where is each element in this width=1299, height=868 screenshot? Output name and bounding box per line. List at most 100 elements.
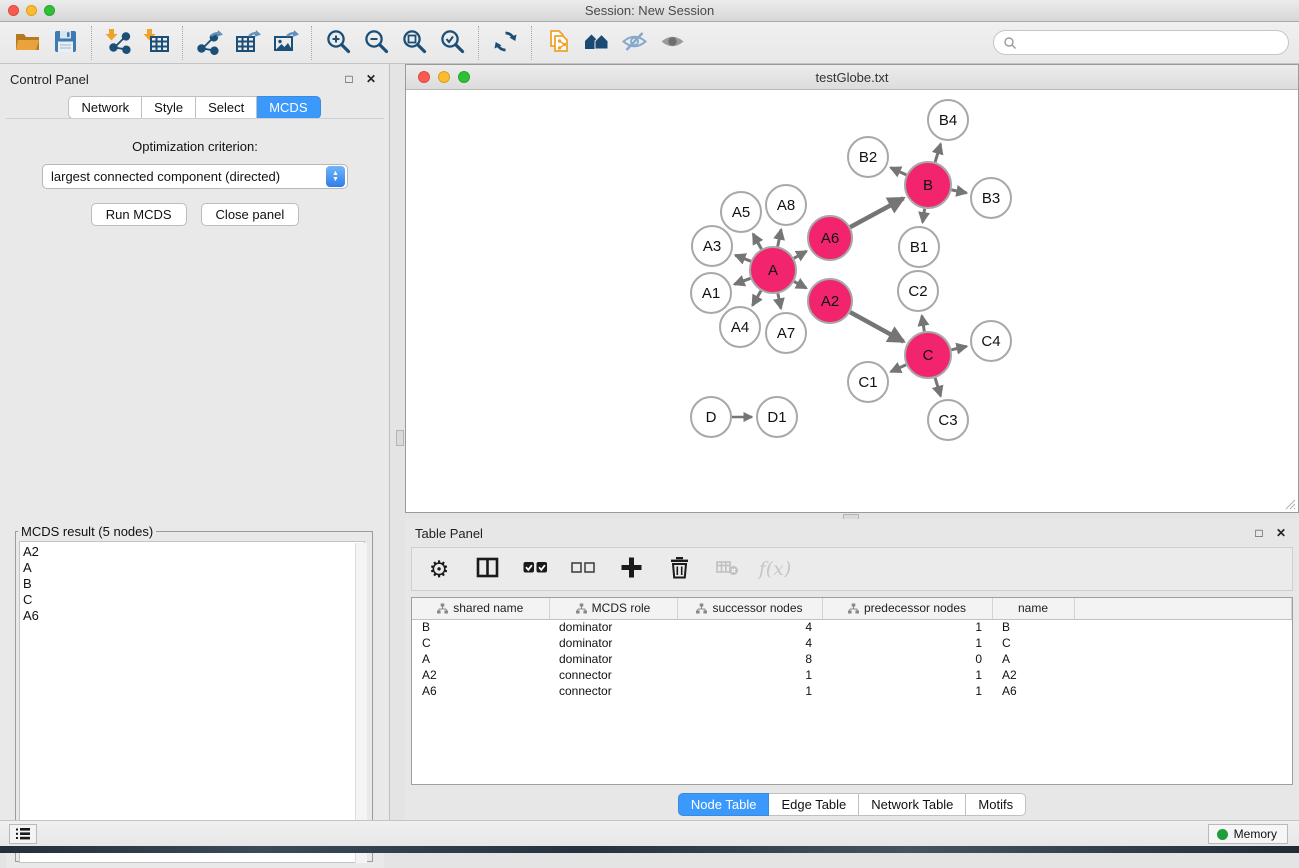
- table-cell[interactable]: 1: [822, 683, 992, 699]
- node-B2[interactable]: B2: [848, 137, 888, 177]
- export-table-button[interactable]: [228, 25, 266, 61]
- add-column-button[interactable]: [618, 554, 644, 584]
- table-row[interactable]: Bdominator41B: [412, 619, 1292, 635]
- select-all-button[interactable]: [522, 554, 548, 584]
- table-row[interactable]: A6connector11A6: [412, 683, 1292, 699]
- table-cell[interactable]: B: [412, 619, 549, 635]
- split-panel-button[interactable]: [474, 554, 500, 584]
- node-B3[interactable]: B3: [971, 178, 1011, 218]
- node-A[interactable]: A: [750, 247, 796, 293]
- vertical-splitter-handle[interactable]: [396, 430, 404, 446]
- close-panel-icon[interactable]: ✕: [363, 71, 379, 87]
- mcds-list-scrollbar[interactable]: [355, 543, 367, 863]
- table-cell[interactable]: 1: [822, 619, 992, 635]
- window-titlebar[interactable]: Session: New Session: [0, 0, 1299, 22]
- table-cell[interactable]: 0: [822, 651, 992, 667]
- column-header-shared-name[interactable]: shared name: [412, 598, 549, 619]
- table-row[interactable]: Cdominator41C: [412, 635, 1292, 651]
- table-cell[interactable]: 1: [677, 683, 822, 699]
- table-cell[interactable]: A6: [992, 683, 1074, 699]
- table-settings-button[interactable]: ⚙: [426, 554, 452, 584]
- tab-select[interactable]: Select: [196, 96, 257, 119]
- table-cell[interactable]: C: [992, 635, 1074, 651]
- node-table[interactable]: shared nameMCDS rolesuccessor nodesprede…: [412, 598, 1292, 699]
- import-network-button[interactable]: [99, 25, 137, 61]
- edge-B-B2[interactable]: [891, 168, 907, 175]
- run-mcds-button[interactable]: Run MCDS: [91, 203, 187, 226]
- network-fullscreen-icon[interactable]: [458, 71, 470, 83]
- close-window-icon[interactable]: [8, 5, 19, 16]
- tab-network-table[interactable]: Network Table: [859, 793, 966, 816]
- column-header-MCDS-role[interactable]: MCDS role: [549, 598, 677, 619]
- new-network-from-selection-button[interactable]: [539, 25, 577, 61]
- node-C[interactable]: C: [905, 332, 951, 378]
- table-cell[interactable]: A6: [412, 683, 549, 699]
- edge-C-C3[interactable]: [935, 378, 941, 396]
- mcds-result-item[interactable]: A: [23, 560, 364, 576]
- tab-mcds[interactable]: MCDS: [257, 96, 320, 119]
- fullscreen-window-icon[interactable]: [44, 5, 55, 16]
- table-cell[interactable]: 4: [677, 619, 822, 635]
- edge-A-A6[interactable]: [794, 251, 807, 258]
- table-cell[interactable]: 1: [677, 667, 822, 683]
- first-neighbors-button[interactable]: [577, 25, 615, 61]
- edge-A-A5[interactable]: [753, 234, 761, 249]
- table-cell[interactable]: connector: [549, 667, 677, 683]
- node-D1[interactable]: D1: [757, 397, 797, 437]
- memory-button[interactable]: Memory: [1208, 824, 1288, 844]
- show-all-button[interactable]: [653, 25, 691, 61]
- edge-A-A8[interactable]: [778, 230, 781, 247]
- table-cell[interactable]: B: [992, 619, 1074, 635]
- table-cell[interactable]: C: [412, 635, 549, 651]
- zoom-out-button[interactable]: [357, 25, 395, 61]
- node-C4[interactable]: C4: [971, 321, 1011, 361]
- edge-C-C2[interactable]: [922, 316, 924, 332]
- float-panel-icon[interactable]: □: [341, 71, 357, 87]
- table-cell[interactable]: 1: [822, 667, 992, 683]
- table-cell[interactable]: 1: [822, 635, 992, 651]
- zoom-fit-button[interactable]: [395, 25, 433, 61]
- search-field[interactable]: [993, 30, 1289, 55]
- node-A4[interactable]: A4: [720, 307, 760, 347]
- tab-edge-table[interactable]: Edge Table: [769, 793, 859, 816]
- task-history-button[interactable]: [9, 824, 37, 844]
- zoom-in-button[interactable]: [319, 25, 357, 61]
- tab-style[interactable]: Style: [142, 96, 196, 119]
- column-header-predecessor-nodes[interactable]: predecessor nodes: [822, 598, 992, 619]
- refresh-button[interactable]: [486, 25, 524, 61]
- edge-A-A1[interactable]: [734, 278, 750, 284]
- edge-A-A2[interactable]: [794, 282, 806, 289]
- edge-A-A3[interactable]: [735, 255, 750, 261]
- edge-A-A7[interactable]: [778, 294, 781, 309]
- edge-C-C4[interactable]: [951, 346, 966, 349]
- import-table-button[interactable]: [137, 25, 175, 61]
- table-row[interactable]: A2connector11A2: [412, 667, 1292, 683]
- close-panel-button[interactable]: Close panel: [201, 203, 300, 226]
- node-B4[interactable]: B4: [928, 100, 968, 140]
- column-header-successor-nodes[interactable]: successor nodes: [677, 598, 822, 619]
- node-D[interactable]: D: [691, 397, 731, 437]
- node-C2[interactable]: C2: [898, 271, 938, 311]
- edge-B-B4[interactable]: [935, 144, 941, 162]
- table-close-panel-icon[interactable]: ✕: [1273, 525, 1289, 541]
- node-A5[interactable]: A5: [721, 192, 761, 232]
- network-graph[interactable]: B4B2BB3B1A5A8A3A6AA1A2A4A7C2C4CC1C3DD1: [406, 90, 1298, 512]
- edge-B-B1[interactable]: [923, 209, 925, 223]
- tab-node-table[interactable]: Node Table: [678, 793, 770, 816]
- table-cell[interactable]: connector: [549, 683, 677, 699]
- node-B[interactable]: B: [905, 162, 951, 208]
- mcds-result-item[interactable]: B: [23, 576, 364, 592]
- network-close-icon[interactable]: [418, 71, 430, 83]
- table-cell[interactable]: A2: [412, 667, 549, 683]
- export-image-button[interactable]: [266, 25, 304, 61]
- zoom-selected-button[interactable]: [433, 25, 471, 61]
- save-session-button[interactable]: [46, 25, 84, 61]
- node-B1[interactable]: B1: [899, 227, 939, 267]
- edge-B-B3[interactable]: [952, 190, 967, 193]
- mcds-result-item[interactable]: A2: [23, 544, 364, 560]
- table-cell[interactable]: A: [992, 651, 1074, 667]
- node-C3[interactable]: C3: [928, 400, 968, 440]
- network-canvas[interactable]: B4B2BB3B1A5A8A3A6AA1A2A4A7C2C4CC1C3DD1: [406, 90, 1298, 512]
- node-A7[interactable]: A7: [766, 313, 806, 353]
- hide-selected-button[interactable]: [615, 25, 653, 61]
